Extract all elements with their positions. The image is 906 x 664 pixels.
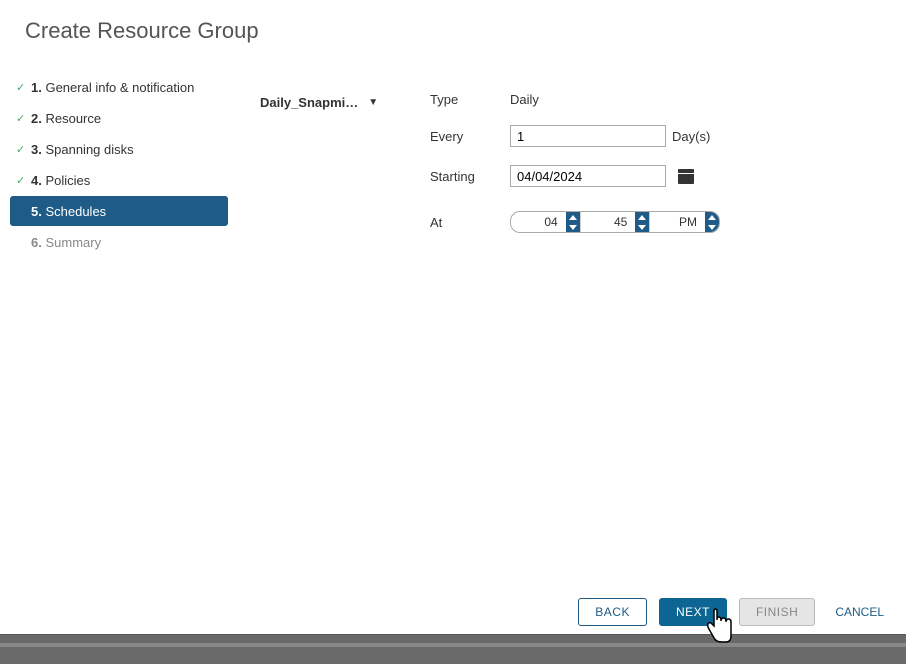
ampm-down-button[interactable] <box>705 222 719 232</box>
calendar-icon[interactable] <box>678 169 694 184</box>
bottom-bar <box>0 634 906 664</box>
every-unit: Day(s) <box>672 129 710 144</box>
hour-down-button[interactable] <box>566 222 580 232</box>
time-spinner: 04 45 <box>510 211 720 233</box>
cancel-link[interactable]: CANCEL <box>827 605 892 619</box>
type-label: Type <box>430 92 510 107</box>
content: ✓ 1. General info & notification ✓ 2. Re… <box>0 44 906 258</box>
check-icon: ✓ <box>16 174 28 187</box>
ampm-up-button[interactable] <box>705 212 719 222</box>
footer-buttons: BACK NEXT FINISH CANCEL <box>578 598 892 626</box>
step-resource[interactable]: ✓ 2. Resource <box>10 103 260 133</box>
ampm-value[interactable]: PM <box>650 212 705 232</box>
at-label: At <box>430 215 510 230</box>
row-type: Type Daily <box>430 92 720 107</box>
minute-value[interactable]: 45 <box>581 212 636 232</box>
step-spanning-disks[interactable]: ✓ 3. Spanning disks <box>10 134 260 164</box>
every-input[interactable] <box>510 125 666 147</box>
step-schedules[interactable]: ✓ 5. Schedules <box>10 196 228 226</box>
row-at: At 04 45 <box>430 211 720 233</box>
page-title: Create Resource Group <box>0 0 906 44</box>
check-icon: ✓ <box>16 143 28 156</box>
policy-dropdown-label: Daily_Snapmi… <box>260 95 358 110</box>
back-button[interactable]: BACK <box>578 598 647 626</box>
minute-down-button[interactable] <box>635 222 649 232</box>
next-button[interactable]: NEXT <box>659 598 727 626</box>
caret-down-icon: ▼ <box>368 97 378 108</box>
type-value: Daily <box>510 92 539 107</box>
every-label: Every <box>430 129 510 144</box>
check-icon: ✓ <box>16 81 28 94</box>
minute-segment: 45 <box>581 212 651 232</box>
step-general-info[interactable]: ✓ 1. General info & notification <box>10 72 260 102</box>
row-starting: Starting <box>430 165 720 187</box>
main-panel: Daily_Snapmi… ▼ Type Daily Every Day(s) … <box>260 72 906 258</box>
starting-input[interactable] <box>510 165 666 187</box>
schedule-form: Type Daily Every Day(s) Starting At 04 <box>400 92 720 258</box>
wizard-steps: ✓ 1. General info & notification ✓ 2. Re… <box>0 72 260 258</box>
hour-segment: 04 <box>511 212 581 232</box>
step-summary: ✓ 6. Summary <box>10 227 260 257</box>
hour-up-button[interactable] <box>566 212 580 222</box>
ampm-segment: PM <box>650 212 719 232</box>
starting-label: Starting <box>430 169 510 184</box>
hour-value[interactable]: 04 <box>511 212 566 232</box>
minute-up-button[interactable] <box>635 212 649 222</box>
row-every: Every Day(s) <box>430 125 720 147</box>
check-icon: ✓ <box>16 112 28 125</box>
policy-dropdown[interactable]: Daily_Snapmi… ▼ <box>260 92 400 112</box>
step-policies[interactable]: ✓ 4. Policies <box>10 165 260 195</box>
finish-button: FINISH <box>739 598 815 626</box>
